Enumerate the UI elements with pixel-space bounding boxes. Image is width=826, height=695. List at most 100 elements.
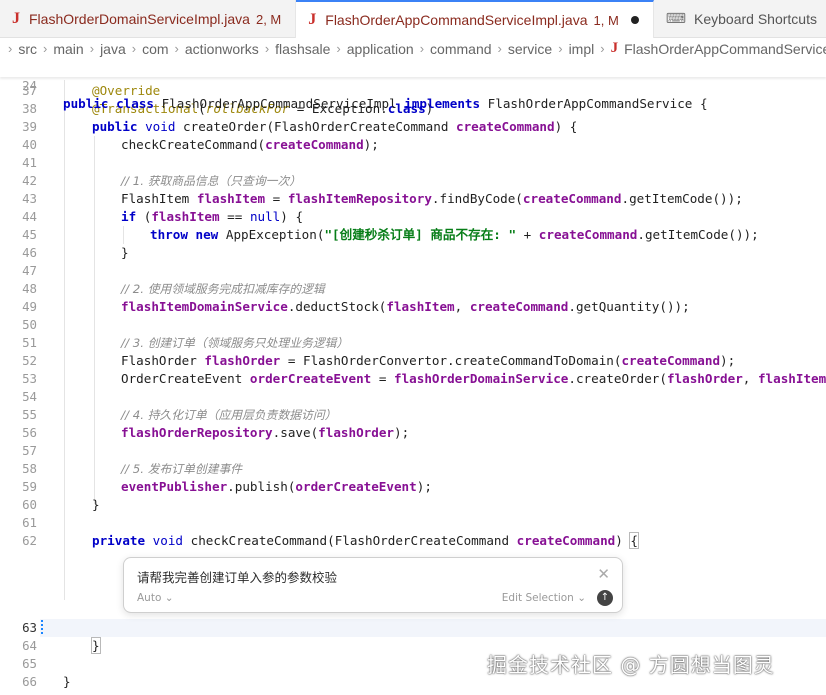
tab-label: FlashOrderDomainServiceImpl.java	[29, 11, 250, 27]
code-line: 43 FlashItem flashItem = flashItemReposit…	[0, 190, 826, 208]
model-mode-select[interactable]: Auto ⌄	[137, 592, 174, 604]
chevron-right-icon: ›	[264, 41, 270, 56]
chevron-right-icon: ›	[419, 41, 425, 56]
code-line: 53 OrderCreateEvent orderCreateEvent = fl…	[0, 370, 826, 388]
code-text: public void createOrder(FlashOrderCreate…	[92, 119, 578, 134]
breadcrumb-item[interactable]: java	[100, 41, 126, 57]
code-text: public class FlashOrderAppCommandService…	[63, 96, 708, 111]
chevron-right-icon: ›	[89, 41, 95, 56]
inline-chat-widget: 请帮我完善创建订单入参的参数校验 ✕ Auto ⌄ Edit Selection…	[123, 557, 623, 613]
java-file-icon: J	[12, 10, 20, 27]
line-number: 66	[22, 674, 37, 689]
code-line: 60}	[0, 496, 826, 514]
line-number: 65	[22, 656, 37, 671]
line-number: 64	[22, 638, 37, 653]
code-line: 54	[0, 388, 826, 406]
breadcrumb-item[interactable]: src	[18, 41, 37, 57]
unsaved-dot-icon[interactable]	[630, 16, 639, 24]
code-line: 57	[0, 442, 826, 460]
breadcrumb-item[interactable]: application	[347, 41, 414, 57]
code-line: 55 // 4. 持久化订单（应用层负责数据访问）	[0, 406, 826, 424]
line-number: 46	[22, 245, 37, 260]
chevron-right-icon: ›	[600, 41, 605, 56]
line-number: 42	[22, 173, 37, 188]
code-text: }	[92, 497, 100, 512]
code-comment: // 2. 使用领域服务完成扣减库存的逻辑	[121, 282, 325, 296]
close-icon[interactable]: ✕	[597, 565, 610, 583]
code-text: throw new AppException("[创建秒杀订单] 商品不存在: …	[150, 227, 759, 242]
code-comment: // 1. 获取商品信息（只查询一次）	[121, 174, 302, 188]
line-number: 52	[22, 353, 37, 368]
line-number: 60	[22, 497, 37, 512]
line-number: 49	[22, 299, 37, 314]
tab-keyboard-shortcuts[interactable]: ⌨ Keyboard Shortcuts	[654, 0, 826, 38]
code-text: FlashOrder flashOrder = FlashOrderConver…	[121, 353, 736, 368]
code-text: if (flashItem == null) {	[121, 209, 304, 224]
code-line: 41	[0, 154, 826, 172]
code-line: 47	[0, 262, 826, 280]
code-line: 52 FlashOrder flashOrder = FlashOrderConv…	[0, 352, 826, 370]
breadcrumb-item[interactable]: service	[508, 41, 552, 57]
chevron-right-icon: ›	[174, 41, 179, 56]
tab-badge: 1, M	[593, 12, 619, 28]
line-number: 53	[22, 371, 37, 386]
breadcrumb-item[interactable]: FlashOrderAppCommandServiceImpl	[624, 41, 826, 57]
code-line: 42 // 1. 获取商品信息（只查询一次）	[0, 172, 826, 190]
chevron-down-icon: ⌄	[577, 592, 586, 604]
inline-chat-input[interactable]: 请帮我完善创建订单入参的参数校验	[137, 567, 337, 586]
line-number: 45	[22, 227, 37, 242]
chevron-right-icon: ›	[43, 41, 48, 56]
code-line: 59 eventPublisher.publish(orderCreateEven…	[0, 478, 826, 496]
chevron-right-icon: ›	[497, 41, 502, 56]
code-line: 46}	[0, 244, 826, 262]
chevron-right-icon: ›	[558, 41, 563, 56]
code-comment: // 3. 创建订单（领域服务只处理业务逻辑）	[121, 336, 349, 350]
line-number: 61	[22, 515, 37, 530]
code-text: FlashItem flashItem = flashItemRepositor…	[121, 191, 743, 206]
mode-label: Auto	[137, 592, 162, 604]
breadcrumb-item[interactable]: com	[142, 41, 168, 57]
breadcrumb-item[interactable]: command	[430, 41, 491, 57]
code-text: OrderCreateEvent orderCreateEvent = flas…	[121, 371, 826, 386]
edit-selection-select[interactable]: Edit Selection ⌄	[502, 592, 586, 604]
line-number: 59	[22, 479, 37, 494]
line-number: 47	[22, 263, 37, 278]
line-number: 50	[22, 317, 37, 332]
breadcrumb: › src › main › java › com › actionworks › fla…	[0, 38, 826, 59]
watermark: 掘金技术社区 @ 方圆想当图灵	[487, 653, 775, 677]
code-text: }	[121, 245, 129, 260]
tab-flash-order-domain-service[interactable]: J FlashOrderDomainServiceImpl.java 2, M	[0, 0, 297, 38]
send-arrow-icon[interactable]: ↑	[597, 590, 613, 606]
breadcrumb-item[interactable]: main	[53, 41, 83, 57]
code-line: 40 checkCreateCommand(createCommand);	[0, 136, 826, 154]
code-line: 56 flashOrderRepository.save(flashOrder);	[0, 424, 826, 442]
line-number: 24	[22, 78, 37, 93]
keyboard-icon: ⌨	[665, 11, 686, 27]
tab-label: Keyboard Shortcuts	[694, 11, 817, 27]
breadcrumb-item[interactable]: impl	[569, 41, 595, 57]
line-number: 62	[22, 533, 37, 548]
code-line: 49 flashItemDomainService.deductStock(fla…	[0, 298, 826, 316]
code-comment: // 4. 持久化订单（应用层负责数据访问）	[121, 408, 337, 422]
tab-flash-order-app-command-service[interactable]: J FlashOrderAppCommandServiceImpl.java 1…	[296, 0, 654, 38]
code-line: 39 public void createOrder(FlashOrderCrea…	[0, 118, 826, 136]
code-text: eventPublisher.publish(orderCreateEvent)…	[121, 479, 432, 494]
code-line: 24 public class FlashOrderAppCommandServ…	[0, 59, 826, 111]
line-number: 56	[22, 425, 37, 440]
line-number: 57	[22, 443, 37, 458]
code-text: checkCreateCommand(createCommand);	[121, 137, 379, 152]
breadcrumb-item[interactable]: flashsale	[275, 41, 330, 57]
sticky-scroll-header[interactable]: 24 public class FlashOrderAppCommandServ…	[0, 59, 826, 111]
line-number: 51	[22, 335, 37, 350]
code-line: 50	[0, 316, 826, 334]
breadcrumb-item[interactable]: actionworks	[185, 41, 259, 57]
editor-tab-bar: J FlashOrderDomainServiceImpl.java 2, M …	[0, 0, 826, 38]
edit-selection-label: Edit Selection	[501, 592, 574, 604]
code-line: 44 if (flashItem == null) {	[0, 208, 826, 226]
code-line: 63	[0, 619, 826, 637]
line-number: 44	[22, 209, 37, 224]
chevron-down-icon: ⌄	[164, 592, 174, 604]
java-file-icon: J	[308, 11, 317, 28]
line-number: 48	[22, 281, 37, 296]
line-number: 40	[22, 137, 37, 152]
